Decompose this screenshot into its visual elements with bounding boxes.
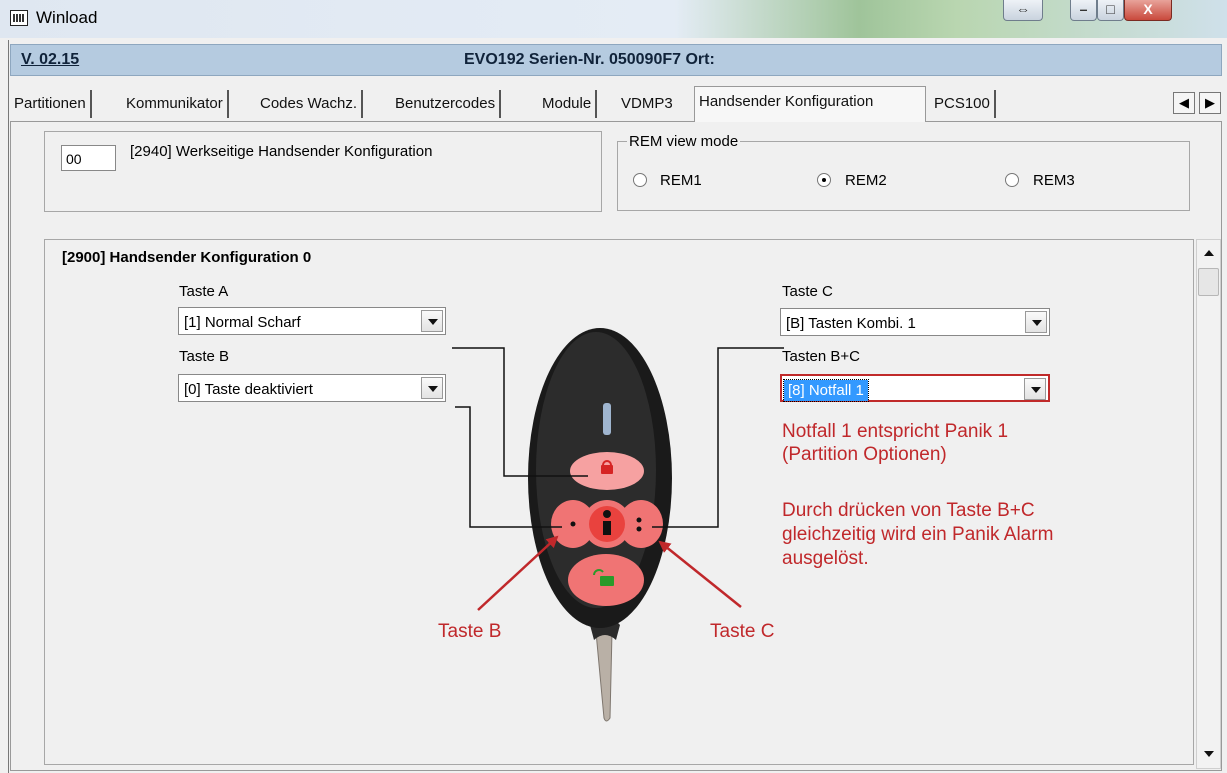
annotation-notfall-line2: (Partition Optionen) (782, 444, 947, 465)
annotation-panic-line1: Durch drücken von Taste B+C (782, 500, 1035, 521)
annotation-panic-line3: ausgelöst. (782, 548, 869, 569)
tab-handsender-konfiguration[interactable]: Handsender Konfiguration (694, 86, 926, 122)
led-icon (603, 403, 611, 435)
remote-illustration (452, 328, 784, 722)
annotation-taste-b: Taste B (438, 621, 502, 642)
key-ring-icon (590, 616, 620, 722)
annotation-panic-line2: gleichzeitig wird ein Panik Alarm (782, 524, 1054, 545)
annotation-notfall-line1: Notfall 1 entspricht Panik 1 (782, 421, 1009, 442)
annotation-taste-c: Taste C (710, 621, 775, 642)
arrow-taste-c (658, 540, 742, 608)
